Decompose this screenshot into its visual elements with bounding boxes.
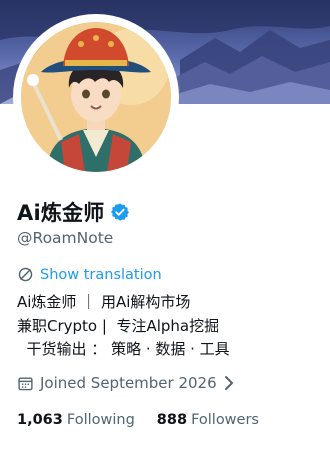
followers-link[interactable]: 888 Followers: [157, 412, 259, 428]
bio: Ai炼金师 ｜ 用Ai解构市场 兼职Crypto | 专注Alpha挖掘 干货输…: [17, 291, 230, 362]
followers-count: 888: [156, 412, 188, 428]
display-name: Ai炼金师: [17, 201, 105, 225]
joined-row[interactable]: Joined September 2026: [17, 374, 235, 392]
joined-date: Joined September 2026: [40, 374, 217, 392]
calendar-icon: [18, 376, 33, 390]
anime-character-avatar-image: [21, 22, 171, 172]
follow-stats: 1,063 Following 888 Followers: [17, 412, 259, 428]
following-label: Following: [66, 412, 135, 428]
followers-label: Followers: [191, 412, 259, 428]
bio-line: 干货输出 ： 策略 · 数据 · 工具: [17, 340, 230, 358]
bio-line: 兼职Crypto | 专注Alpha挖掘: [17, 316, 220, 335]
show-translation-link[interactable]: Show translation: [40, 267, 162, 283]
translate-icon: [18, 267, 33, 282]
chevron-right-icon[interactable]: [223, 375, 235, 391]
following-link[interactable]: 1,063 Following: [17, 412, 135, 428]
avatar[interactable]: [21, 22, 171, 172]
bio-line: Ai炼金师 ｜ 用Ai解构市场: [17, 293, 191, 311]
handle: @RoamNote: [17, 229, 114, 247]
show-translation-row[interactable]: Show translation: [17, 266, 162, 283]
name-row: Ai炼金师: [17, 197, 130, 227]
verified-badge-icon[interactable]: [110, 202, 130, 222]
following-count: 1,063: [17, 412, 63, 428]
